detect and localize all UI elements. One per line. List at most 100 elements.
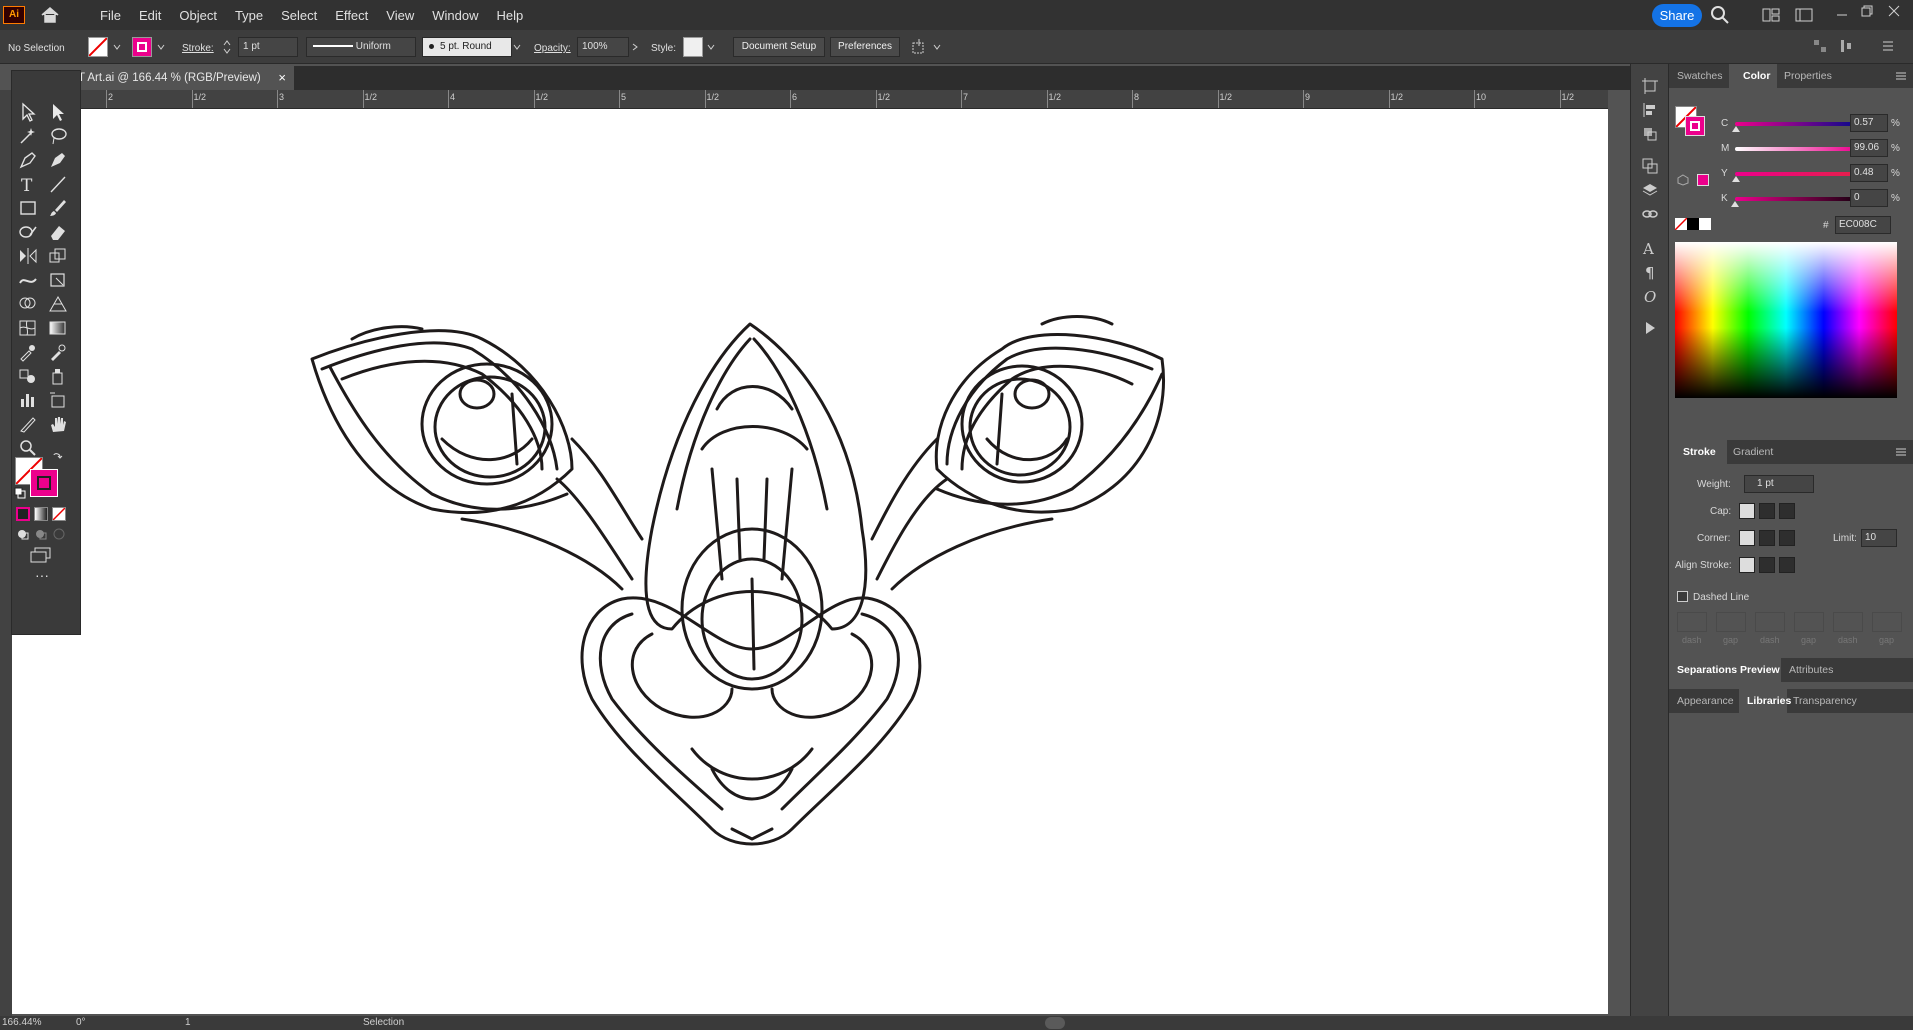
preferences-button[interactable]: Preferences bbox=[830, 37, 900, 57]
eyedropper-tool-icon[interactable] bbox=[16, 341, 40, 363]
layers-panel-icon[interactable] bbox=[1642, 182, 1658, 198]
channel-k-input[interactable]: 0 bbox=[1850, 189, 1888, 207]
tab-color[interactable]: Color bbox=[1729, 64, 1777, 88]
column-graph-tool-icon[interactable] bbox=[16, 389, 40, 411]
none-mode-button[interactable] bbox=[52, 507, 66, 521]
warp-tool-icon[interactable] bbox=[16, 269, 40, 291]
opentype-panel-icon[interactable]: O bbox=[1642, 288, 1658, 304]
stroke-label[interactable]: Stroke: bbox=[182, 43, 214, 54]
gap-field-3[interactable] bbox=[1872, 612, 1902, 632]
opacity-input[interactable]: 100% bbox=[577, 37, 629, 57]
none-color-swatch[interactable] bbox=[1674, 217, 1688, 231]
workspace-icon[interactable] bbox=[1795, 8, 1813, 22]
panel-menu-icon[interactable] bbox=[1895, 446, 1907, 458]
tab-attributes[interactable]: Attributes bbox=[1789, 658, 1849, 682]
pen-tool-icon[interactable] bbox=[16, 149, 40, 171]
fill-swatch[interactable] bbox=[88, 37, 108, 57]
variable-width-profile[interactable]: Uniform bbox=[306, 37, 416, 57]
stroke-swatch[interactable] bbox=[132, 37, 152, 57]
black-swatch[interactable] bbox=[1687, 218, 1699, 230]
eraser-tool-icon[interactable] bbox=[46, 221, 70, 243]
channel-m-slider[interactable] bbox=[1735, 147, 1860, 157]
color-mode-button[interactable] bbox=[16, 507, 30, 521]
dashed-line-checkbox[interactable] bbox=[1677, 591, 1688, 602]
menu-help[interactable]: Help bbox=[487, 8, 532, 23]
channel-y-input[interactable]: 0.48 bbox=[1850, 164, 1888, 182]
horizontal-ruler[interactable]: 2 1/2 3 1/2 4 1/2 5 1/2 6 1/2 7 1/2 8 1/2 9 1/2 10 1/2 bbox=[0, 90, 1608, 109]
edit-toolbar-icon[interactable]: ··· bbox=[32, 568, 52, 583]
channel-y-slider[interactable] bbox=[1731, 172, 1857, 182]
miter-join-button[interactable] bbox=[1739, 530, 1755, 546]
chevron-down-icon[interactable] bbox=[112, 42, 122, 52]
artboards-panel-icon[interactable] bbox=[1642, 78, 1658, 94]
opacity-label[interactable]: Opacity: bbox=[534, 43, 571, 54]
character-panel-icon[interactable]: A bbox=[1642, 240, 1658, 256]
menu-edit[interactable]: Edit bbox=[130, 8, 170, 23]
tab-stroke[interactable]: Stroke bbox=[1669, 440, 1727, 464]
chevron-down-icon[interactable] bbox=[512, 42, 522, 52]
actions-panel-icon[interactable] bbox=[1642, 320, 1658, 336]
projecting-cap-button[interactable] bbox=[1779, 503, 1795, 519]
chevron-down-icon[interactable] bbox=[932, 42, 942, 52]
panel-menu-icon[interactable] bbox=[1895, 70, 1907, 82]
symbol-sprayer-tool-icon[interactable] bbox=[46, 365, 70, 387]
tab-properties[interactable]: Properties bbox=[1784, 64, 1844, 88]
chevron-right-icon[interactable] bbox=[630, 42, 640, 52]
align-icon[interactable] bbox=[1812, 38, 1828, 54]
limit-input[interactable]: 10 bbox=[1861, 529, 1897, 547]
tab-gradient[interactable]: Gradient bbox=[1733, 440, 1783, 464]
channel-c-slider[interactable] bbox=[1731, 122, 1857, 132]
selection-tool-icon[interactable] bbox=[16, 101, 40, 123]
restore-icon[interactable] bbox=[1860, 4, 1874, 18]
default-fill-stroke-icon[interactable] bbox=[14, 487, 26, 499]
channel-m-input[interactable]: 99.06 bbox=[1850, 139, 1888, 157]
shaper-tool-icon[interactable] bbox=[16, 221, 40, 243]
hex-input[interactable]: EC008C bbox=[1835, 216, 1891, 234]
home-icon[interactable] bbox=[39, 5, 61, 25]
arrange-documents-icon[interactable] bbox=[1762, 8, 1780, 22]
close-tab-icon[interactable]: × bbox=[278, 66, 286, 90]
dash-field-2[interactable] bbox=[1755, 612, 1785, 632]
menu-window[interactable]: Window bbox=[423, 8, 487, 23]
align-outside-button[interactable] bbox=[1779, 557, 1795, 573]
paragraph-panel-icon[interactable]: ¶ bbox=[1642, 264, 1658, 280]
channel-c-thumb[interactable] bbox=[1731, 126, 1740, 132]
menu-select[interactable]: Select bbox=[272, 8, 326, 23]
chevron-down-icon[interactable] bbox=[156, 42, 166, 52]
lasso-tool-icon[interactable] bbox=[46, 125, 70, 147]
paintbrush-tool-icon[interactable] bbox=[46, 197, 70, 219]
distribute-icon[interactable] bbox=[1838, 38, 1854, 54]
search-icon[interactable] bbox=[1710, 5, 1730, 25]
type-tool-icon[interactable]: T bbox=[16, 173, 40, 195]
stroke-indicator[interactable] bbox=[30, 469, 58, 497]
draw-behind-icon[interactable] bbox=[34, 527, 48, 541]
graphic-style-swatch[interactable] bbox=[683, 37, 703, 57]
horizontal-scrollbar-thumb[interactable] bbox=[1045, 1017, 1065, 1029]
measure-tool-icon[interactable] bbox=[46, 341, 70, 363]
gradient-mode-button[interactable] bbox=[34, 507, 48, 521]
gradient-tool-icon[interactable] bbox=[46, 317, 70, 339]
stroke-weight-input[interactable]: 1 pt bbox=[238, 37, 298, 57]
menu-effect[interactable]: Effect bbox=[326, 8, 377, 23]
out-of-gamut-icon[interactable] bbox=[1677, 174, 1689, 186]
channel-y-thumb[interactable] bbox=[1731, 176, 1740, 182]
reflect-tool-icon[interactable] bbox=[16, 245, 40, 267]
mesh-tool-icon[interactable] bbox=[16, 317, 40, 339]
artboard[interactable] bbox=[12, 109, 1608, 1014]
artboard-number[interactable]: 1 bbox=[185, 1016, 191, 1030]
dash-field-1[interactable] bbox=[1677, 612, 1707, 632]
in-gamut-swatch[interactable] bbox=[1697, 174, 1709, 186]
hand-tool-icon[interactable] bbox=[46, 413, 70, 435]
draw-inside-icon[interactable] bbox=[52, 527, 66, 541]
panel-menu-icon[interactable] bbox=[1880, 38, 1896, 54]
weight-input[interactable]: 1 pt bbox=[1744, 475, 1814, 493]
gap-field-1[interactable] bbox=[1716, 612, 1746, 632]
menu-view[interactable]: View bbox=[377, 8, 423, 23]
dash-field-3[interactable] bbox=[1833, 612, 1863, 632]
close-icon[interactable] bbox=[1887, 4, 1901, 18]
tab-swatches[interactable]: Swatches bbox=[1677, 64, 1727, 88]
tab-transparency[interactable]: Transparency bbox=[1793, 689, 1863, 713]
perspective-grid-tool-icon[interactable] bbox=[46, 293, 70, 315]
butt-cap-button[interactable] bbox=[1739, 503, 1755, 519]
chevron-down-icon[interactable] bbox=[706, 42, 716, 52]
